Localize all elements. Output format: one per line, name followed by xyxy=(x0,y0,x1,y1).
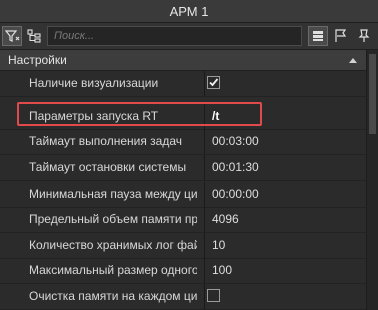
property-value-input[interactable]: 4096 xyxy=(212,207,239,232)
section-header-settings[interactable]: Настройки xyxy=(0,50,366,71)
column-divider xyxy=(204,258,205,283)
property-label: Предельный объем памяти пр... xyxy=(29,212,197,226)
property-row[interactable]: Минимальная пауза между ци... 00:00:00 xyxy=(0,182,366,208)
property-label: Очистка памяти на каждом ци... xyxy=(29,289,197,303)
scrollbar-thumb[interactable] xyxy=(369,54,376,134)
property-row[interactable]: Таймаут остановки системы 00:01:30 xyxy=(0,155,366,181)
flag-button[interactable] xyxy=(331,26,351,46)
property-row[interactable]: Очистка памяти на каждом ци... xyxy=(0,284,366,310)
property-label: Наличие визуализации xyxy=(29,76,159,90)
property-row[interactable]: Предельный объем памяти пр... 4096 xyxy=(0,207,366,233)
pin-button[interactable] xyxy=(354,26,374,46)
window-title: АРМ 1 xyxy=(169,3,209,19)
property-row[interactable]: Количество хранимых лог фай... 10 xyxy=(0,233,366,259)
property-value-input[interactable]: 00:01:30 xyxy=(212,155,259,180)
flag-icon xyxy=(335,29,347,42)
column-divider xyxy=(204,129,205,154)
filter-button[interactable] xyxy=(2,26,22,46)
section-title: Настройки xyxy=(8,53,67,67)
property-row[interactable]: Таймаут выполнения задач 00:03:00 xyxy=(0,129,366,155)
property-value-input[interactable]: 10 xyxy=(212,233,225,258)
property-label: Таймаут остановки системы xyxy=(29,160,187,174)
list-view-button[interactable] xyxy=(308,26,328,46)
window-title-bar: АРМ 1 xyxy=(0,0,378,23)
property-value-input[interactable]: 100 xyxy=(212,258,232,283)
tree-icon xyxy=(27,29,41,43)
toolbar xyxy=(0,23,378,50)
column-divider xyxy=(204,182,205,207)
column-divider xyxy=(204,71,205,96)
tree-button[interactable] xyxy=(24,26,44,46)
visualization-checkbox[interactable] xyxy=(207,76,220,89)
property-label: Максимальный размер одного... xyxy=(29,263,197,277)
column-divider xyxy=(204,155,205,180)
collapse-arrow-icon[interactable] xyxy=(348,56,358,64)
property-grid: Наличие визуализации Параметры запуска R… xyxy=(0,71,366,310)
property-value-input[interactable]: 00:03:00 xyxy=(212,129,259,154)
property-row[interactable]: Наличие визуализации xyxy=(0,71,366,97)
column-divider xyxy=(204,284,205,309)
property-label: Минимальная пауза между ци... xyxy=(29,187,197,201)
column-divider xyxy=(204,233,205,258)
highlight-frame xyxy=(17,102,262,126)
property-label: Таймаут выполнения задач xyxy=(29,134,182,148)
checkmark-icon xyxy=(209,78,219,87)
property-row[interactable]: Максимальный размер одного... 100 xyxy=(0,258,366,284)
property-value-input[interactable]: 00:00:00 xyxy=(212,182,259,207)
filter-icon xyxy=(4,30,20,42)
property-label: Количество хранимых лог фай... xyxy=(29,238,197,252)
vertical-scrollbar[interactable] xyxy=(366,50,378,310)
column-divider xyxy=(204,207,205,232)
list-view-icon xyxy=(313,31,323,41)
search-input[interactable] xyxy=(47,26,302,46)
pin-icon xyxy=(358,29,370,42)
memory-cleanup-checkbox[interactable] xyxy=(207,289,220,302)
